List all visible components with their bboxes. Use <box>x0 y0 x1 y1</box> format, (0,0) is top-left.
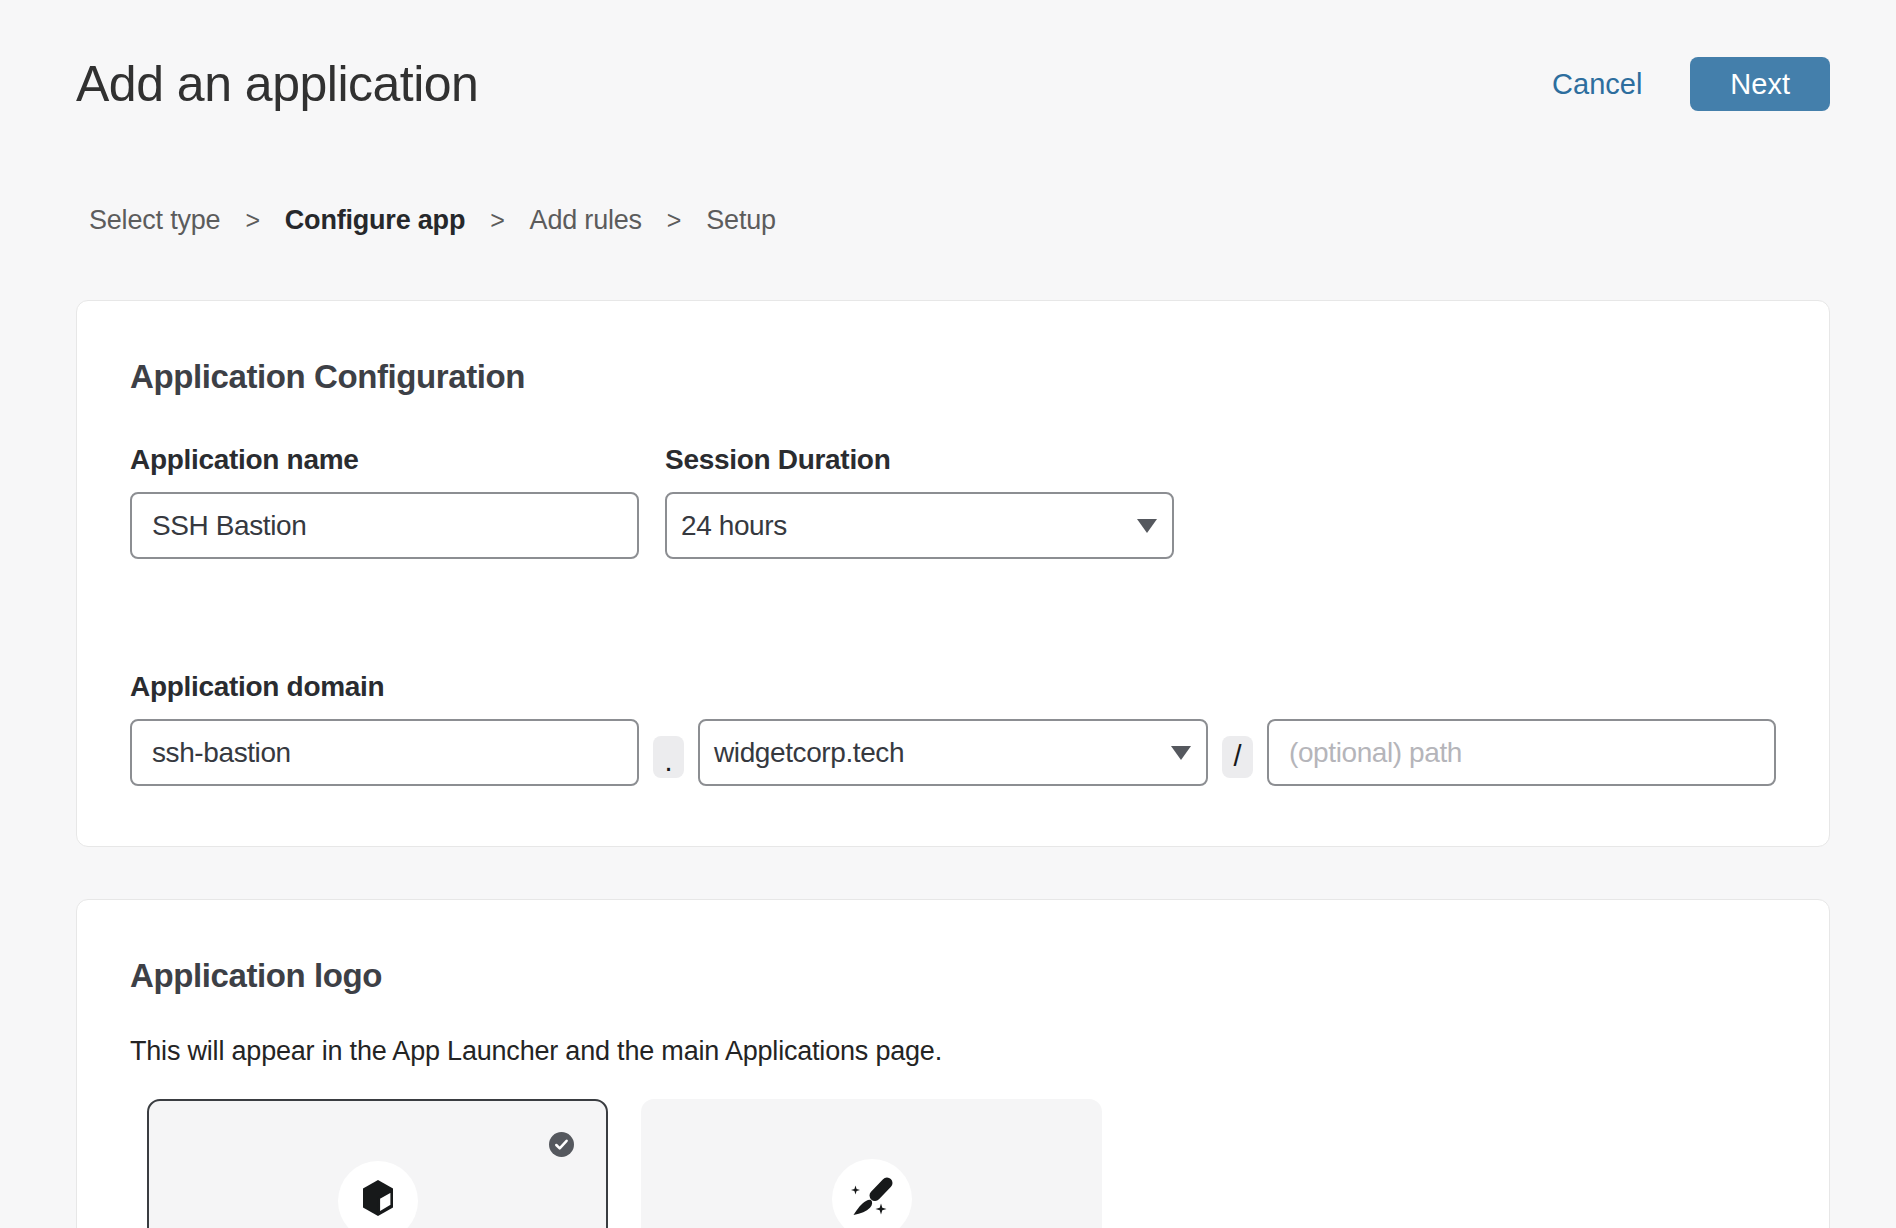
config-card-title: Application Configuration <box>130 358 1776 396</box>
breadcrumb: Select type > Configure app > Add rules … <box>76 205 1830 236</box>
cancel-button[interactable]: Cancel <box>1552 68 1642 101</box>
logo-description: This will appear in the App Launcher and… <box>130 1036 1776 1067</box>
page-header: Add an application Cancel Next <box>76 55 1830 113</box>
application-configuration-card: Application Configuration Application na… <box>76 300 1830 847</box>
path-input[interactable] <box>1267 719 1776 786</box>
domain-select[interactable]: widgetcorp.tech <box>698 719 1208 786</box>
chevron-separator: > <box>490 206 504 235</box>
chevron-down-icon <box>1137 519 1157 533</box>
step-setup[interactable]: Setup <box>706 205 776 236</box>
domain-dot-separator: . <box>653 736 684 778</box>
chevron-separator: > <box>245 206 259 235</box>
chevron-down-icon <box>1171 746 1191 760</box>
logo-card-title: Application logo <box>130 957 1776 995</box>
step-select-type[interactable]: Select type <box>89 205 220 236</box>
application-name-label: Application name <box>130 444 639 476</box>
application-logo-card: Application logo This will appear in the… <box>76 899 1830 1228</box>
paintbrush-icon <box>832 1159 912 1228</box>
step-configure-app[interactable]: Configure app <box>285 205 465 236</box>
chevron-separator: > <box>667 206 681 235</box>
session-duration-select[interactable]: 24 hours <box>665 492 1174 559</box>
logo-option-default[interactable] <box>147 1099 608 1228</box>
step-add-rules[interactable]: Add rules <box>530 205 642 236</box>
page-title: Add an application <box>76 55 478 113</box>
subdomain-input[interactable] <box>130 719 639 786</box>
session-duration-label: Session Duration <box>665 444 1174 476</box>
domain-slash-separator: / <box>1222 736 1253 778</box>
selected-check-icon <box>549 1132 574 1157</box>
application-domain-label: Application domain <box>130 671 1776 703</box>
application-name-input[interactable] <box>130 492 639 559</box>
next-button[interactable]: Next <box>1690 57 1830 111</box>
logo-option-custom[interactable] <box>641 1099 1102 1228</box>
cube-icon <box>338 1161 418 1228</box>
